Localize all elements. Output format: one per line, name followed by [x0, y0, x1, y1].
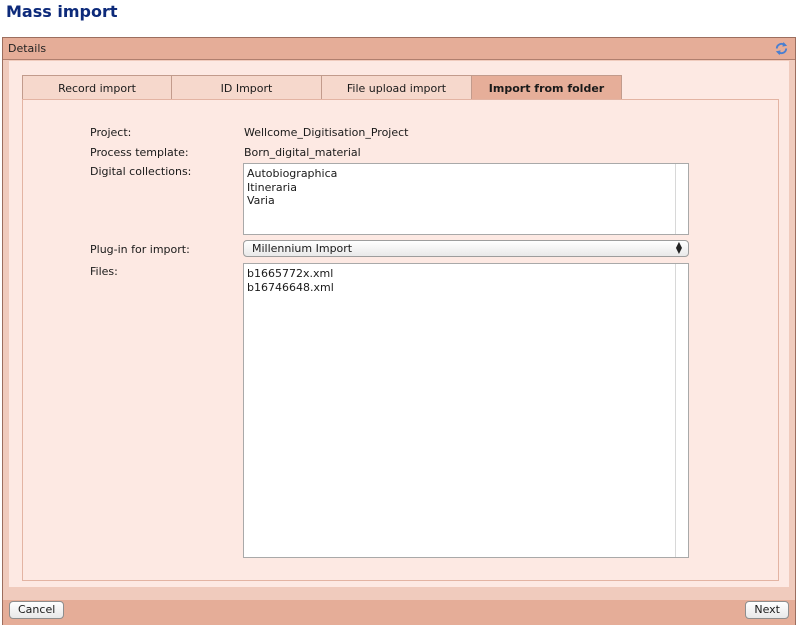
panel-header: Details: [3, 38, 795, 60]
updown-arrows-icon: ▲ ▼: [675, 240, 682, 255]
tab-file-upload-import[interactable]: File upload import: [322, 75, 472, 100]
panel-footer: [3, 600, 795, 625]
process-template-value: Born_digital_material: [244, 146, 361, 159]
plugin-select[interactable]: Millennium Import ▲ ▼: [243, 240, 689, 257]
files-listbox[interactable]: b1665772x.xml b16746648.xml: [243, 263, 689, 558]
tab-body: Project: Wellcome_Digitisation_Project P…: [22, 99, 779, 581]
plugin-select-value: Millennium Import: [252, 242, 353, 255]
tab-bar: Record import ID Import File upload impo…: [22, 75, 622, 100]
tab-record-import[interactable]: Record import: [22, 75, 172, 100]
details-panel: Details Record import ID Import File upl…: [2, 37, 796, 625]
refresh-icon[interactable]: [774, 41, 789, 56]
digital-collections-label: Digital collections:: [90, 165, 192, 178]
list-item[interactable]: b16746648.xml: [247, 281, 685, 295]
project-value: Wellcome_Digitisation_Project: [244, 126, 409, 139]
plugin-label: Plug-in for import:: [90, 243, 190, 256]
listbox-scrollbar[interactable]: [675, 164, 688, 234]
list-item[interactable]: Autobiographica: [247, 167, 685, 181]
panel-header-title: Details: [8, 42, 47, 55]
next-button[interactable]: Next: [745, 601, 789, 619]
project-label: Project:: [90, 126, 132, 139]
list-item[interactable]: Varia: [247, 194, 685, 208]
process-template-label: Process template:: [90, 146, 189, 159]
tab-import-from-folder[interactable]: Import from folder: [472, 75, 622, 100]
files-label: Files:: [90, 265, 118, 278]
digital-collections-listbox[interactable]: Autobiographica Itineraria Varia: [243, 163, 689, 235]
page-title: Mass import: [6, 2, 118, 21]
tab-id-import[interactable]: ID Import: [172, 75, 322, 100]
list-item[interactable]: b1665772x.xml: [247, 267, 685, 281]
listbox-scrollbar[interactable]: [675, 264, 688, 557]
list-item[interactable]: Itineraria: [247, 181, 685, 195]
panel-content: Record import ID Import File upload impo…: [9, 61, 789, 587]
cancel-button[interactable]: Cancel: [9, 601, 65, 619]
